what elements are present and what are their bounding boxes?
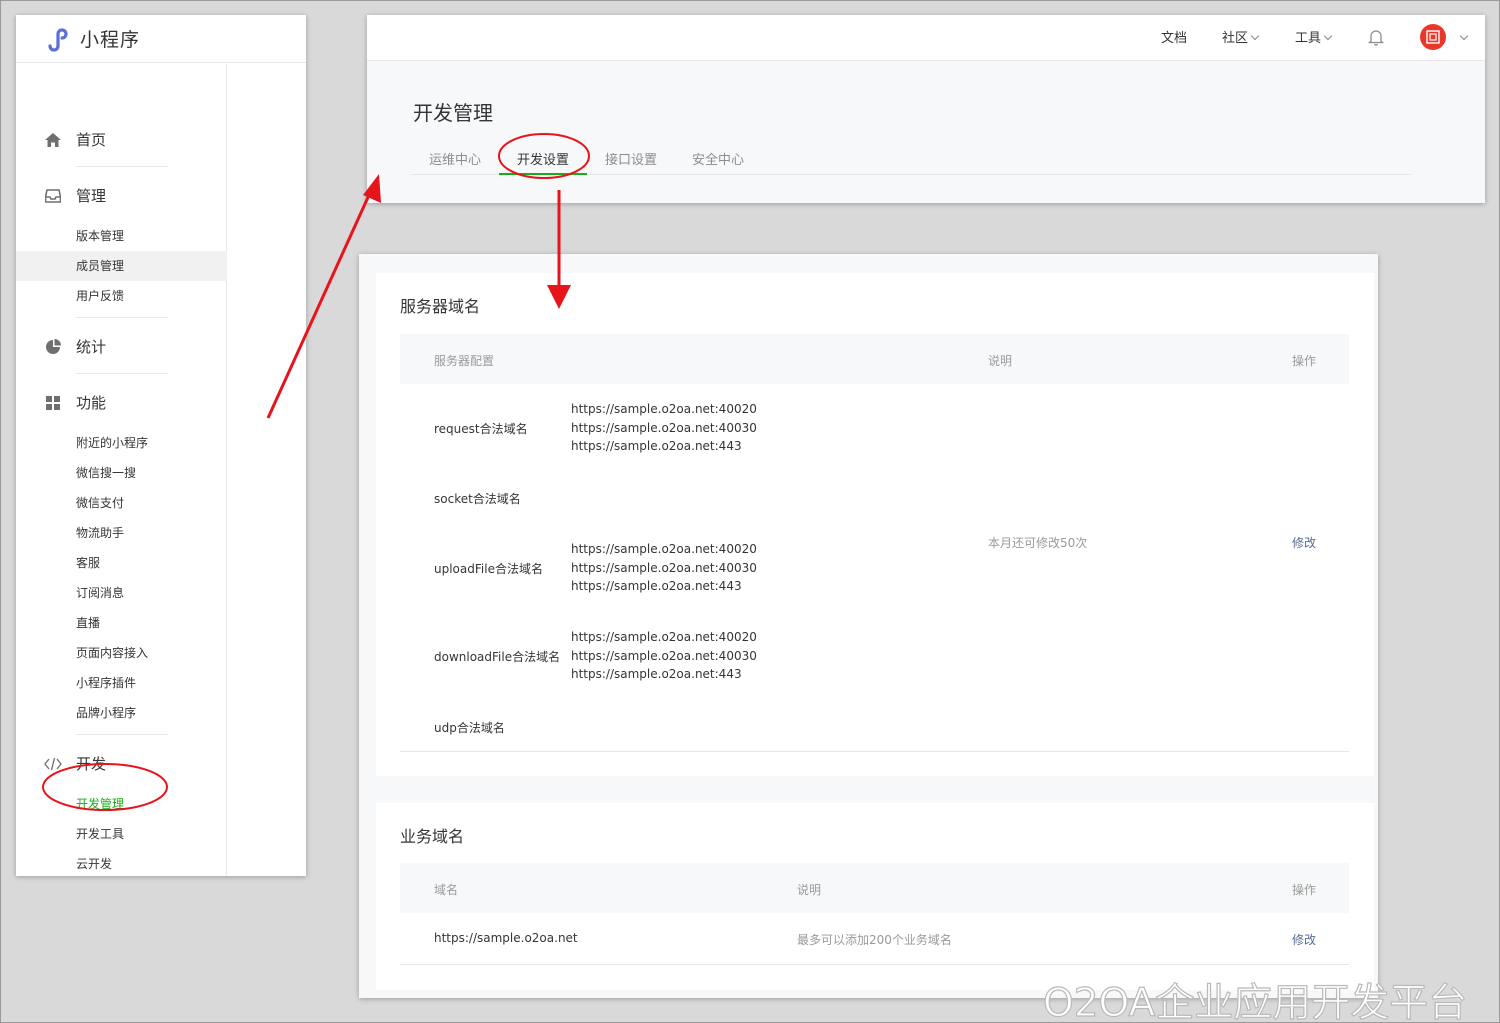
mini-program-logo-icon [48,27,68,52]
sidebar-item-dev-tools[interactable]: 开发工具 [16,819,227,849]
chevron-down-icon[interactable] [1459,31,1469,41]
modify-server-domain-link[interactable]: 修改 [1292,534,1316,551]
sidebar-item-live[interactable]: 直播 [16,608,227,638]
download-url-list: https://sample.o2oa.net:40020 https://sa… [571,628,757,684]
row-label-download: downloadFile合法域名 [434,650,561,664]
column-header: 说明 [988,354,1013,368]
column-header: 说明 [797,883,822,897]
page-title: 开发管理 [413,101,493,125]
sidebar-item-cloud-dev[interactable]: 云开发 [16,849,227,879]
row-label-upload: uploadFile合法域名 [434,562,543,576]
sidebar-item-wechat-pay[interactable]: 微信支付 [16,488,227,518]
divider [76,734,168,735]
tab-ops-center[interactable]: 运维中心 [429,149,481,168]
sidebar-item-dev[interactable]: 开发 [44,753,106,774]
divider [76,373,168,374]
avatar[interactable] [1420,24,1446,50]
sidebar-nav: 首页 管理 版本管理 成员管理 用户反馈 统计 功能 附近的小程序 微信搜一搜 … [16,64,227,876]
url-value: https://sample.o2oa.net:40030 [571,648,757,663]
sidebar-item-features[interactable]: 功能 [44,392,106,413]
column-header: 操作 [1292,883,1317,897]
grid-icon [44,394,62,412]
url-value: https://sample.o2oa.net:40030 [571,420,757,435]
url-value: https://sample.o2oa.net:40020 [571,542,757,556]
server-domain-title: 服务器域名 [400,297,481,316]
url-value: https://sample.o2oa.net:40020 [571,630,757,644]
tab-api-settings[interactable]: 接口设置 [605,149,657,168]
bell-icon[interactable] [1368,28,1384,46]
community-label: 社区 [1222,31,1249,46]
divider [400,751,1349,752]
sidebar-item-manage[interactable]: 管理 [44,185,106,206]
sidebar-item-logistics[interactable]: 物流助手 [16,518,227,548]
sidebar-item-stats[interactable]: 统计 [44,336,106,357]
sidebar-item-members[interactable]: 成员管理 [16,251,227,281]
url-value: https://sample.o2oa.net:443 [571,667,742,681]
active-tab-underline [499,173,587,175]
chevron-down-icon [1250,31,1260,41]
sidebar-item-wechat-search[interactable]: 微信搜一搜 [16,458,227,488]
sidebar-item-nearby[interactable]: 附近的小程序 [16,428,227,458]
column-header: 操作 [1292,354,1317,368]
tools-menu[interactable]: 工具 [1295,27,1333,46]
sidebar-section-label: 管理 [76,187,107,205]
tab-bar: 运维中心 开发设置 接口设置 安全中心 [411,145,1411,175]
row-label-udp: udp合法域名 [434,721,505,735]
sidebar-item-customer-service[interactable]: 客服 [16,548,227,578]
url-value: https://sample.o2oa.net:443 [571,579,742,593]
sidebar-item-version[interactable]: 版本管理 [16,221,227,251]
tab-security-center[interactable]: 安全中心 [692,149,744,168]
divider [76,166,168,167]
pie-chart-icon [44,338,62,356]
business-domain-value: https://sample.o2oa.net [434,931,578,945]
column-header: 域名 [434,883,459,897]
sidebar-item-feedback[interactable]: 用户反馈 [16,281,227,311]
sidebar-section-label: 开发 [76,755,107,773]
business-domain-title: 业务域名 [400,827,465,846]
top-navbar: 文档 社区 工具 [367,15,1485,61]
url-value: https://sample.o2oa.net:40020 [571,402,757,416]
main-content: 服务器域名 服务器配置 说明 操作 request合法域名 https://sa… [359,254,1378,998]
server-domain-card: 服务器域名 服务器配置 说明 操作 request合法域名 https://sa… [376,273,1374,776]
docs-link[interactable]: 文档 [1161,27,1187,46]
header-panel: 文档 社区 工具 开发管理 运维中心 开发设置 接口设置 安全中心 [367,15,1485,203]
sidebar-item-dev-manage[interactable]: 开发管理 [16,789,227,819]
server-domain-table-header: 服务器配置 说明 操作 [400,334,1349,384]
home-icon [44,131,62,149]
url-value: https://sample.o2oa.net:443 [571,439,742,453]
sidebar-section-label: 功能 [76,394,107,412]
upload-url-list: https://sample.o2oa.net:40020 https://sa… [571,540,757,596]
row-label-request: request合法域名 [434,422,528,436]
inbox-icon [44,187,62,205]
request-url-list: https://sample.o2oa.net:40020 https://sa… [571,400,757,456]
sidebar-section-label: 首页 [76,131,107,149]
avatar-logo-icon [1426,30,1440,44]
sidebar-section-label: 统计 [76,338,107,356]
sidebar-item-page-content[interactable]: 页面内容接入 [16,638,227,668]
tools-label: 工具 [1295,31,1322,46]
sidebar-item-subscribe[interactable]: 订阅消息 [16,578,227,608]
business-domain-card: 业务域名 域名 说明 操作 https://sample.o2oa.net 最多… [376,803,1374,990]
business-domain-table-header: 域名 说明 操作 [400,863,1349,913]
code-icon [44,755,62,773]
sidebar-header: 小程序 [16,15,306,63]
chevron-down-icon [1323,31,1333,41]
sidebar-item-plugins[interactable]: 小程序插件 [16,668,227,698]
divider [76,317,168,318]
business-domain-note: 最多可以添加200个业务域名 [797,933,952,947]
app-title: 小程序 [80,29,141,51]
community-menu[interactable]: 社区 [1222,27,1260,46]
watermark-text: O2OA企业应用开发平台 [1042,980,1468,1023]
url-value: https://sample.o2oa.net:40030 [571,560,757,575]
divider [400,964,1349,965]
tab-dev-settings[interactable]: 开发设置 [517,149,569,168]
modify-count-note: 本月还可修改50次 [988,536,1088,550]
column-header: 服务器配置 [434,354,495,368]
modify-business-domain-link[interactable]: 修改 [1292,931,1316,948]
row-label-socket: socket合法域名 [434,492,521,506]
sidebar-item-home[interactable]: 首页 [44,129,106,150]
sidebar-item-brand[interactable]: 品牌小程序 [16,698,227,728]
sidebar: 小程序 首页 管理 版本管理 成员管理 用户反馈 统计 功能 附近的小程序 微信… [16,15,306,876]
